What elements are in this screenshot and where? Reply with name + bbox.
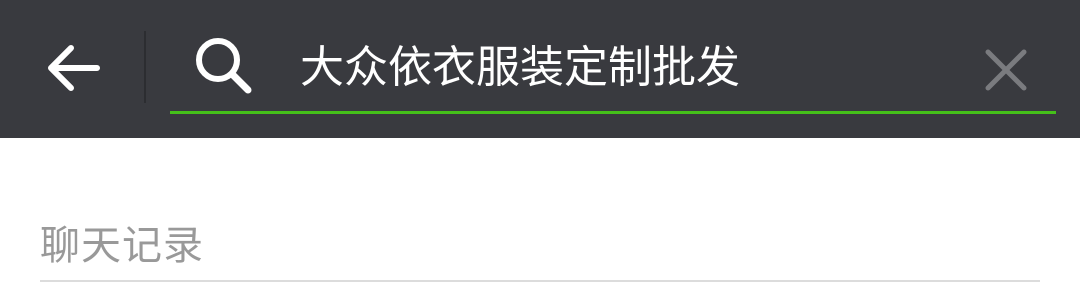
section-title-chat-history: 聊天记录 [40,223,204,269]
clear-search-button[interactable] [978,42,1034,98]
top-bar [0,0,1080,138]
search-underline [170,111,1056,114]
arrow-left-icon [48,45,100,91]
search-bar [170,20,1056,114]
search-input[interactable] [300,38,940,98]
close-icon [985,49,1027,91]
back-button[interactable] [36,34,110,102]
header-divider [144,31,146,103]
search-icon [196,38,252,94]
section-divider [40,280,1040,282]
